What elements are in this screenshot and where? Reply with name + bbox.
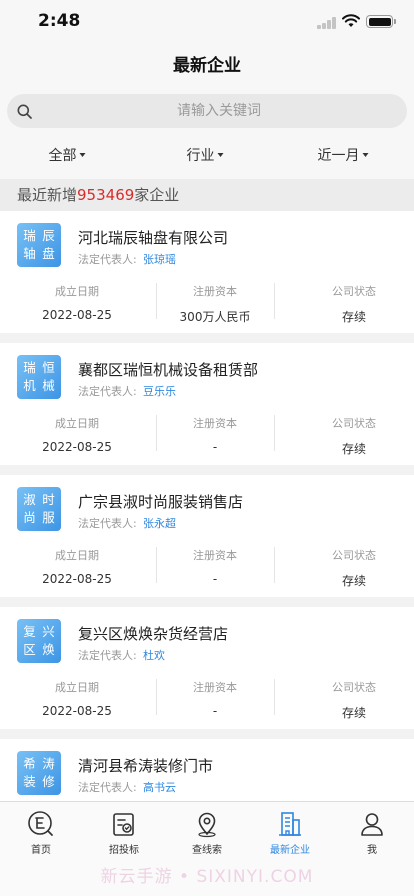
summary-prefix: 最近新增: [17, 186, 78, 204]
filter-label: 近一月: [317, 148, 360, 164]
legal-rep-name[interactable]: 高书云: [143, 779, 176, 795]
battery-icon: [366, 15, 396, 28]
tab-home[interactable]: 首页: [6, 810, 76, 856]
summary-suffix: 家企业: [134, 186, 180, 204]
caret-down-icon: [217, 153, 224, 157]
tab-label: 我: [367, 845, 377, 856]
home-icon: [28, 811, 53, 836]
filter-all-dropdown[interactable]: 全部: [49, 134, 86, 179]
search-icon: [17, 104, 32, 119]
divider: [274, 415, 275, 451]
legal-rep-label: 法定代表人:: [78, 385, 137, 398]
legal-rep-name[interactable]: 豆乐乐: [143, 383, 176, 399]
legal-rep-label: 法定代表人:: [78, 649, 137, 662]
company-card[interactable]: 希涛装修 清河县希涛装修门市 法定代表人: 高书云: [0, 739, 414, 801]
tab-label: 查线索: [192, 845, 222, 856]
new-company-count: 953469: [77, 186, 135, 204]
caret-down-icon: [362, 153, 369, 157]
company-status: 公司状态 存续: [332, 549, 376, 588]
caret-down-icon: [79, 153, 86, 157]
founded-date: 成立日期 2022-08-25: [42, 681, 112, 718]
divider: [274, 283, 275, 319]
buildings-icon: [279, 812, 301, 836]
watermark: 新云手游 • SIXINYI.COM: [100, 867, 314, 887]
filter-label: 行业: [186, 148, 215, 164]
location-pin-icon: [198, 812, 216, 838]
tab-label: 最新企业: [270, 845, 310, 856]
company-card[interactable]: 淑时尚服 广宗县淑时尚服装销售店 法定代表人: 张永超 成立日期 2022-08…: [0, 475, 414, 597]
company-name: 清河县希涛装修门市: [78, 757, 214, 775]
status-time: 2:48: [38, 11, 81, 31]
registered-capital: 注册资本 -: [193, 549, 237, 586]
search-input[interactable]: [39, 94, 399, 128]
page-title: 最新企业: [0, 44, 414, 88]
company-logo: 希涛装修: [17, 751, 61, 795]
bidding-icon: [113, 813, 134, 836]
legal-rep-name[interactable]: 张永超: [143, 515, 176, 531]
filter-industry-dropdown[interactable]: 行业: [187, 134, 224, 179]
company-name: 河北瑞辰轴盘有限公司: [78, 229, 229, 247]
company-name: 广宗县淑时尚服装销售店: [78, 493, 244, 511]
legal-rep-name[interactable]: 张琼瑶: [143, 251, 176, 267]
registered-capital: 注册资本 -: [193, 681, 237, 718]
tab-label: 招投标: [109, 845, 139, 856]
tab-label: 首页: [31, 845, 51, 856]
company-logo: 淑时尚服: [17, 487, 61, 531]
search-bar: [0, 88, 414, 134]
status-bar: 2:48: [0, 0, 414, 44]
company-status: 公司状态 存续: [332, 417, 376, 456]
company-card[interactable]: 瑞辰轴盘 河北瑞辰轴盘有限公司 法定代表人: 张琼瑶 成立日期 2022-08-…: [0, 211, 414, 333]
legal-rep-label: 法定代表人:: [78, 253, 137, 266]
tab-leads[interactable]: 查线索: [172, 810, 242, 856]
founded-date: 成立日期 2022-08-25: [42, 549, 112, 586]
new-company-summary: 最近新增953469家企业: [0, 179, 414, 211]
company-logo: 瑞恒机械: [17, 355, 61, 399]
user-icon: [361, 813, 383, 836]
filter-time-dropdown[interactable]: 近一月: [318, 134, 369, 179]
filter-label: 全部: [48, 148, 77, 164]
registered-capital: 注册资本 300万人民币: [179, 285, 251, 324]
divider: [274, 679, 275, 715]
company-name: 复兴区焕焕杂货经营店: [78, 625, 229, 643]
tab-me[interactable]: 我: [337, 810, 407, 856]
legal-rep-label: 法定代表人:: [78, 781, 137, 794]
company-logo: 瑞辰轴盘: [17, 223, 61, 267]
company-card[interactable]: 复兴区焕 复兴区焕焕杂货经营店 法定代表人: 杜欢 成立日期 2022-08-2…: [0, 607, 414, 729]
tab-new-companies[interactable]: 最新企业: [255, 810, 325, 856]
wifi-icon: [342, 14, 360, 27]
company-status: 公司状态 存续: [332, 285, 376, 324]
cellular-signal-icon: [317, 17, 337, 29]
founded-date: 成立日期 2022-08-25: [42, 285, 112, 322]
tab-bidding[interactable]: 招投标: [89, 810, 159, 856]
company-status: 公司状态 存续: [332, 681, 376, 720]
legal-rep-name[interactable]: 杜欢: [143, 647, 165, 663]
divider: [274, 547, 275, 583]
company-logo: 复兴区焕: [17, 619, 61, 663]
founded-date: 成立日期 2022-08-25: [42, 417, 112, 454]
company-card[interactable]: 瑞恒机械 襄都区瑞恒机械设备租赁部 法定代表人: 豆乐乐 成立日期 2022-0…: [0, 343, 414, 465]
search-box[interactable]: [7, 94, 407, 128]
legal-rep-label: 法定代表人:: [78, 517, 137, 530]
filter-bar: 全部 行业 近一月: [0, 134, 414, 179]
registered-capital: 注册资本 -: [193, 417, 237, 454]
company-name: 襄都区瑞恒机械设备租赁部: [78, 361, 259, 379]
